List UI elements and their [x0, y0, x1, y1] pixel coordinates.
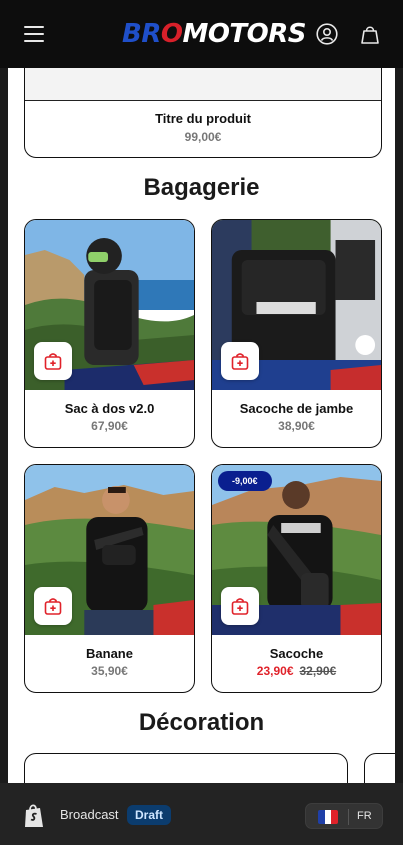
- product-price: 35,90€: [91, 664, 128, 678]
- product-card[interactable]: -9,00€ Sacoche 23,90€ 32,90€: [211, 464, 382, 693]
- brand-logo[interactable]: BROMOTORS: [122, 17, 307, 51]
- original-price: 32,90€: [299, 664, 337, 678]
- bag-plus-icon: [231, 598, 249, 615]
- bag-plus-icon: [44, 598, 62, 615]
- add-to-cart-button[interactable]: [34, 587, 72, 625]
- product-name: Titre du produit: [155, 111, 251, 126]
- theme-preview-bar: Broadcast Draft FR: [0, 783, 403, 845]
- menu-icon[interactable]: [24, 26, 44, 42]
- product-card[interactable]: Banane 35,90€: [24, 464, 195, 693]
- product-price: 38,90€: [278, 419, 315, 433]
- theme-name: Broadcast: [60, 807, 119, 822]
- language-selector[interactable]: FR: [305, 803, 383, 829]
- shopify-bag-icon: [25, 804, 43, 827]
- page-content: Titre du produit 99,00€ Bagagerie Sac à …: [8, 68, 395, 783]
- product-name: Sacoche: [269, 646, 324, 661]
- language-code: FR: [357, 810, 372, 822]
- account-icon[interactable]: [316, 23, 338, 45]
- product-card[interactable]: Titre du produit 99,00€: [24, 68, 382, 158]
- product-price: 99,00€: [184, 130, 222, 144]
- bag-plus-icon: [231, 353, 249, 370]
- discount-badge: -9,00€: [218, 471, 272, 491]
- product-price: 23,90€ 32,90€: [212, 664, 381, 678]
- sale-price: 23,90€: [256, 664, 294, 678]
- site-header: BROMOTORS: [0, 0, 403, 68]
- add-to-cart-button[interactable]: [221, 342, 259, 380]
- product-card[interactable]: [24, 753, 348, 783]
- france-flag-icon: [318, 810, 338, 824]
- product-price: 67,90€: [91, 419, 128, 433]
- add-to-cart-button[interactable]: [34, 342, 72, 380]
- cart-icon[interactable]: [359, 23, 381, 45]
- product-card[interactable]: Sacoche de jambe 38,90€: [211, 219, 382, 448]
- product-card[interactable]: [364, 753, 395, 783]
- section-title-decoration: Décoration: [138, 709, 265, 736]
- add-to-cart-button[interactable]: [221, 587, 259, 625]
- section-title-bagagerie: Bagagerie: [143, 174, 260, 201]
- product-image-placeholder: [25, 68, 381, 101]
- product-name: Banane: [86, 646, 133, 661]
- divider: [348, 809, 349, 825]
- bag-plus-icon: [44, 353, 62, 370]
- product-name: Sac à dos v2.0: [64, 401, 155, 416]
- status-badge: Draft: [127, 805, 172, 825]
- product-card[interactable]: Sac à dos v2.0 67,90€: [24, 219, 195, 448]
- product-name: Sacoche de jambe: [239, 401, 354, 416]
